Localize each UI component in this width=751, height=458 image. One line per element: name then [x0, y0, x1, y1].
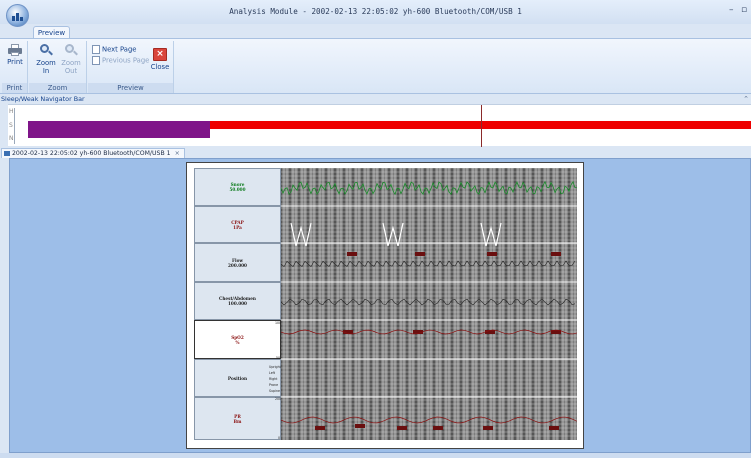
event-marker [315, 426, 325, 430]
close-preview-label: Close [150, 63, 170, 71]
scale-label: 200 [275, 397, 282, 401]
document-tab-strip: 2002-02-13 22:05:02 yh-600 Bluetooth/COM… [0, 147, 751, 158]
chart-icon [4, 150, 10, 156]
report-page[interactable]: Snore 50.000 CPAP 1Pa Flow 200.000 Chest/Abdom… [186, 162, 584, 449]
previous-page-label: Previous Page [102, 56, 150, 65]
close-icon: × [153, 48, 167, 61]
navigator-axis [14, 108, 15, 144]
event-marker [487, 252, 497, 256]
navigator-cursor[interactable] [481, 105, 482, 147]
document-tab-label: 2002-02-13 22:05:02 yh-600 Bluetooth/COM… [12, 150, 171, 157]
printer-icon [8, 44, 22, 56]
navigator-tick-s: S [9, 122, 13, 129]
zoom-in-icon [39, 44, 53, 57]
next-page-label: Next Page [102, 45, 137, 54]
navigator-title: Sleep/Weak Navigator Bar [1, 95, 85, 103]
scale-label: 50 [276, 356, 281, 360]
preview-group: Next Page Previous Page × Close Preview [88, 41, 174, 93]
channel-label-0[interactable]: Snore 50.000 [194, 168, 281, 206]
zoom-out-icon [64, 44, 78, 57]
window-title: Analysis Module - 2002-02-13 22:05:02 yh… [229, 7, 522, 16]
channel-label-column: Snore 50.000 CPAP 1Pa Flow 200.000 Chest/Abdom… [194, 168, 281, 440]
zoom-in-button[interactable]: Zoom In [35, 44, 57, 75]
channel-label-4[interactable]: SpO2% [194, 320, 281, 359]
title-bar: Analysis Module - 2002-02-13 22:05:02 yh… [0, 0, 751, 27]
zoom-group-label: Zoom [29, 83, 86, 93]
sleep-wake-navigator[interactable]: H S N [8, 104, 751, 147]
next-page-icon [92, 45, 100, 54]
channel-unit: 1Pa [233, 224, 242, 230]
previous-page-icon [92, 56, 100, 65]
channel-label-6[interactable]: PR Bm [194, 397, 281, 440]
event-marker [549, 426, 559, 430]
channel-label-5[interactable]: Position [194, 359, 281, 397]
scale-label: Prone [269, 383, 279, 387]
event-marker [483, 426, 493, 430]
print-group-label: Print [2, 83, 27, 93]
ribbon-tab-strip: Preview [0, 24, 751, 39]
pin-icon[interactable]: ⌃ [743, 95, 749, 103]
preview-group-label: Preview [88, 83, 173, 93]
navigator-tick-h: H [9, 108, 14, 115]
zoom-group: Zoom In Zoom Out Zoom [29, 41, 87, 93]
close-tab-icon[interactable]: × [175, 150, 180, 157]
channel-unit: 100.000 [228, 301, 247, 306]
event-marker [355, 424, 365, 428]
event-marker [433, 426, 443, 430]
channel-label-3[interactable]: Chest/Abdomen 100.000 [194, 282, 281, 320]
channel-name: Position [227, 375, 248, 381]
channel-label-1[interactable]: CPAP 1Pa [194, 206, 281, 243]
signal-plot-area [280, 167, 578, 440]
ribbon: Print Print Zoom In Zoom Out Zoom Next P… [0, 38, 751, 94]
scale-label: 100 [275, 321, 282, 325]
document-tab[interactable]: 2002-02-13 22:05:02 yh-600 Bluetooth/COM… [1, 148, 185, 158]
minimize-button[interactable]: – [729, 5, 734, 15]
previous-page-button[interactable]: Previous Page [92, 56, 149, 65]
event-marker [347, 252, 357, 256]
zoom-out-button[interactable]: Zoom Out [60, 44, 82, 75]
event-marker [551, 252, 561, 256]
close-preview-button[interactable]: × Close [150, 48, 170, 71]
channel-label-2[interactable]: Flow 200.000 [194, 243, 281, 282]
print-button[interactable]: Print [5, 44, 25, 66]
event-marker [397, 426, 407, 430]
wake-segment [28, 121, 210, 138]
channel-unit: Bm [233, 418, 242, 424]
channel-unit: 50.000 [229, 187, 246, 192]
status-bar [0, 453, 751, 458]
scale-label: Right [269, 377, 278, 381]
navigator-tick-n: N [9, 135, 14, 142]
scale-label: Supine [269, 389, 280, 393]
navigator-header: Sleep/Weak Navigator Bar ⌃ [0, 95, 751, 104]
channel-unit: % [235, 339, 240, 345]
signal-plot [280, 167, 578, 440]
scale-label: Upright [269, 365, 281, 369]
zoom-out-label: Zoom Out [61, 59, 81, 75]
scale-label: 0 [278, 436, 281, 440]
zoom-in-label: Zoom In [36, 59, 56, 75]
next-page-button[interactable]: Next Page [92, 45, 136, 54]
event-marker [415, 252, 425, 256]
restore-button[interactable]: ▫ [741, 5, 747, 15]
print-button-label: Print [7, 58, 23, 66]
channel-unit: 200.000 [228, 262, 247, 268]
print-group: Print Print [2, 41, 28, 93]
scale-label: Left [269, 371, 275, 375]
